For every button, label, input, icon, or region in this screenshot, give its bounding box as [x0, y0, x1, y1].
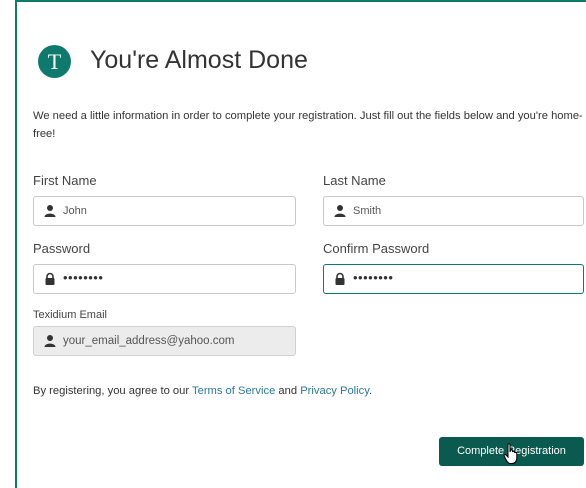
confirm-password-value: ••••••••: [353, 270, 394, 285]
privacy-policy-link[interactable]: Privacy Policy: [300, 385, 369, 397]
terms-text: By registering, you agree to our Terms o…: [33, 385, 372, 397]
terms-prefix: By registering, you agree to our: [33, 385, 192, 397]
last-name-field[interactable]: Smith: [323, 196, 584, 226]
last-name-value: Smith: [353, 205, 382, 217]
confirm-password-field[interactable]: ••••••••: [323, 264, 584, 294]
lock-icon: [335, 272, 345, 285]
first-name-label: First Name: [33, 173, 97, 188]
terms-suffix: .: [369, 385, 373, 397]
password-label: Password: [33, 241, 91, 256]
first-name-value: John: [63, 205, 87, 217]
texidium-logo: T: [38, 45, 71, 78]
email-field: your_email_address@yahoo.com: [33, 326, 296, 356]
email-label: Texidium Email: [33, 309, 107, 321]
last-name-label: Last Name: [323, 173, 386, 188]
email-value: your_email_address@yahoo.com: [63, 335, 235, 347]
intro-text: We need a little information in order to…: [33, 110, 583, 140]
first-name-field[interactable]: John: [33, 196, 296, 226]
hand-cursor-icon: [503, 443, 518, 464]
user-icon: [334, 205, 346, 217]
terms-of-service-link[interactable]: Terms of Service: [192, 385, 275, 397]
logo-letter: T: [47, 49, 62, 74]
confirm-password-label: Confirm Password: [323, 241, 430, 256]
terms-middle: and: [275, 385, 301, 397]
lock-icon: [45, 272, 55, 285]
password-field[interactable]: ••••••••: [33, 264, 296, 294]
user-icon: [44, 205, 56, 217]
user-icon: [44, 335, 56, 347]
page-title: You're Almost Done: [90, 46, 308, 74]
password-value: ••••••••: [63, 270, 104, 285]
